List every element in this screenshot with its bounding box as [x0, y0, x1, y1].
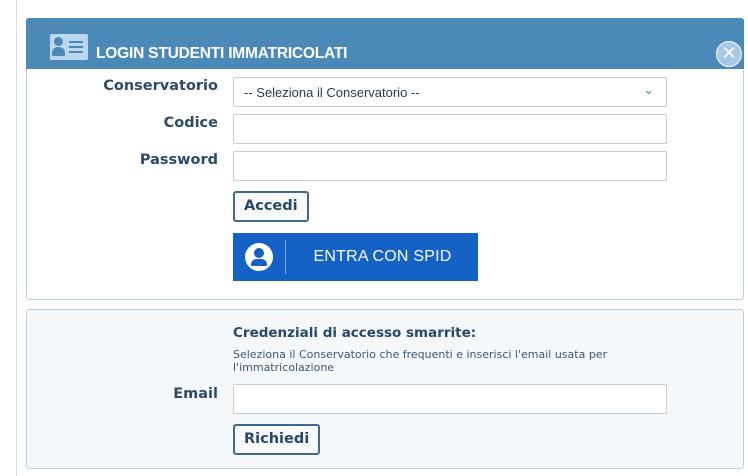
richiedi-button[interactable]: Richiedi — [233, 424, 321, 455]
codice-input[interactable] — [233, 114, 667, 144]
recover-title: Credenziali di accesso smarrite: — [233, 325, 477, 341]
spid-separator — [285, 240, 286, 274]
conservatorio-select[interactable]: -- Seleziona il Conservatorio -- ⌄ — [233, 77, 667, 107]
codice-label: Codice — [163, 115, 218, 131]
close-button[interactable]: ✕ — [716, 41, 742, 67]
conservatorio-selected-value: -- Seleziona il Conservatorio -- — [244, 85, 420, 100]
accedi-button[interactable]: Accedi — [233, 191, 309, 222]
recover-description: Seleziona il Conservatorio che frequenti… — [233, 348, 608, 374]
close-icon: ✕ — [721, 43, 737, 64]
left-divider — [16, 0, 17, 476]
login-header: LOGIN STUDENTI IMMATRICOLATI ✕ — [26, 18, 744, 69]
chevron-down-icon: ⌄ — [643, 83, 654, 98]
password-input[interactable] — [233, 151, 667, 181]
password-label: Password — [139, 152, 218, 168]
page-frame: LOGIN STUDENTI IMMATRICOLATI ✕ Conservat… — [16, 0, 748, 476]
user-circle-icon — [245, 243, 273, 271]
spid-login-button[interactable]: ENTRA CON SPID — [233, 233, 478, 281]
email-input[interactable] — [233, 384, 667, 414]
user-card-icon — [50, 34, 88, 60]
conservatorio-label: Conservatorio — [103, 78, 218, 94]
login-title: LOGIN STUDENTI IMMATRICOLATI — [96, 45, 348, 62]
email-label: Email — [173, 386, 218, 402]
spid-button-label: ENTRA CON SPID — [313, 248, 452, 265]
